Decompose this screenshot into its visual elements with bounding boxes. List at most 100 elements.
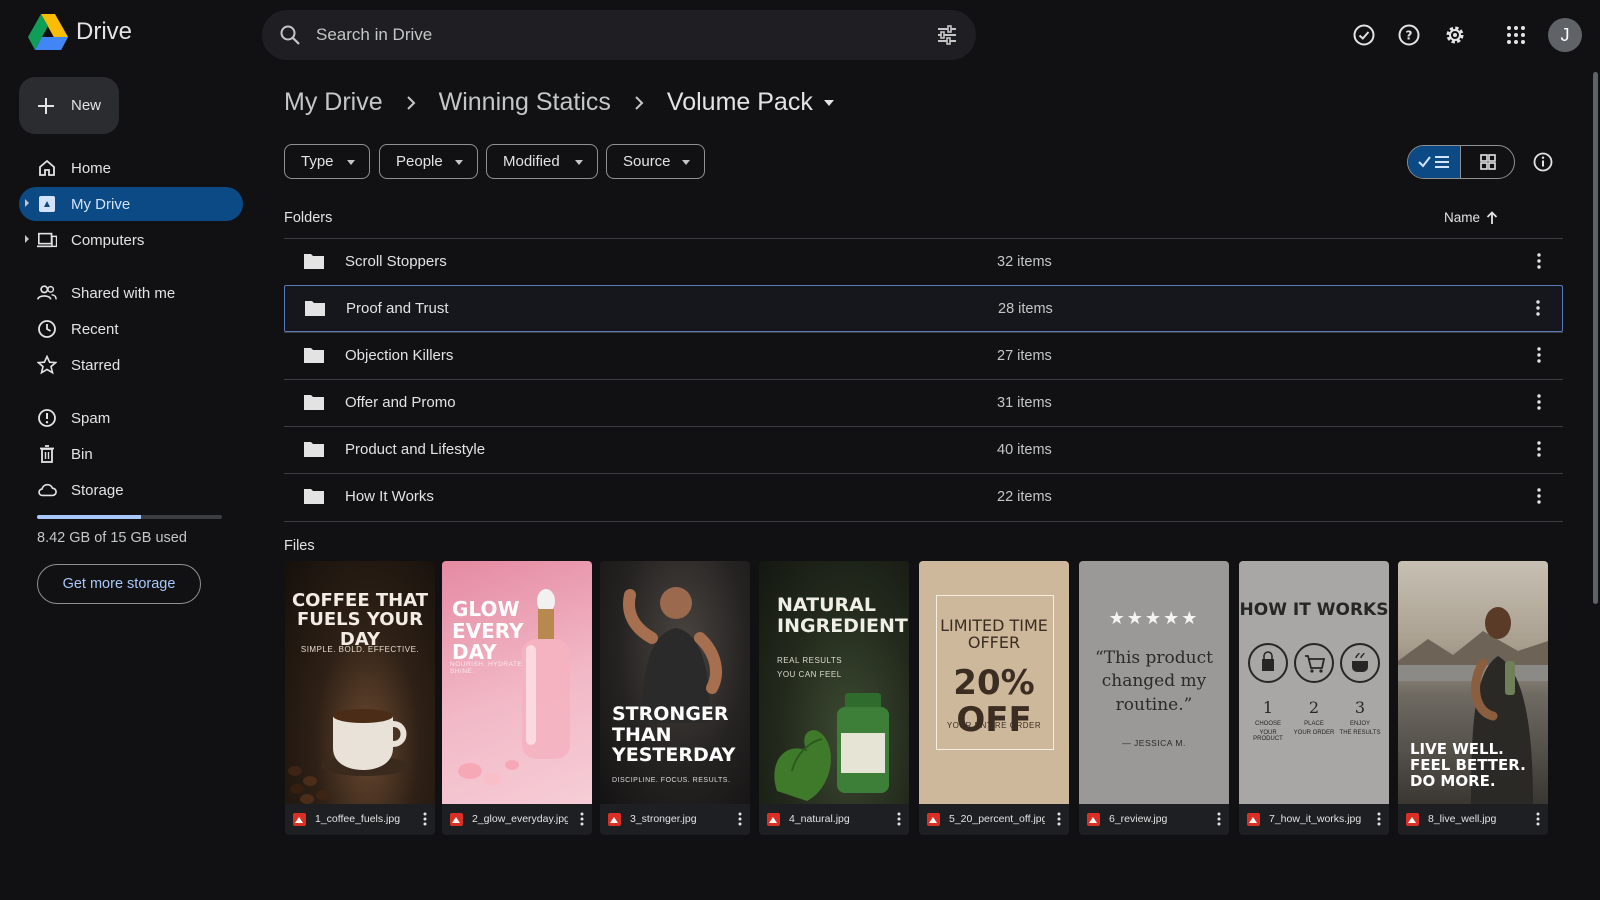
more-vert-icon[interactable] [1057,812,1061,826]
folder-row[interactable]: Proof and Trust 28 items [284,285,1563,332]
folder-item-count: 32 items [997,254,1052,270]
folder-name: Scroll Stoppers [345,253,447,270]
folder-name: Offer and Promo [345,394,456,411]
folders-section-label: Folders [284,210,333,226]
sidebar-item-home[interactable]: Home [19,151,243,185]
star-icon [37,355,57,375]
storage-usage-fill [37,515,141,519]
search-bar[interactable] [262,10,976,60]
computer-icon [37,230,57,250]
file-card-footer: 5_20_percent_off.jpg [919,804,1069,835]
more-vert-icon[interactable] [1536,300,1540,316]
account-avatar[interactable]: J [1548,18,1582,52]
more-vert-icon[interactable] [1537,253,1541,269]
more-vert-icon[interactable] [1377,812,1381,826]
file-card[interactable]: HOW IT WORKS 1 CHOOSE YOUR PRODUCT 2 PLA… [1239,561,1389,835]
file-thumbnail: HOW IT WORKS 1 CHOOSE YOUR PRODUCT 2 PLA… [1239,561,1389,804]
folder-row[interactable]: Objection Killers 27 items [284,332,1563,379]
sort-by-name-button[interactable]: Name [1444,210,1498,225]
help-icon[interactable]: ? [1391,17,1427,53]
apps-grid-icon[interactable] [1498,17,1534,53]
thumb-headline: LIVE WELL. FEEL BETTER. DO MORE. [1410,740,1526,791]
get-more-storage-button[interactable]: Get more storage [37,564,201,604]
filter-people[interactable]: People [379,144,478,179]
more-vert-icon[interactable] [897,812,901,826]
drive-logo[interactable]: Drive [28,14,132,50]
folder-row[interactable]: Offer and Promo 31 items [284,379,1563,426]
sidebar-item-computers[interactable]: Computers [19,223,243,257]
file-card[interactable]: LIVE WELL. FEEL BETTER. DO MORE. 8_live_we… [1398,561,1548,835]
drive-icon [37,194,57,214]
storage-used-text: 8.42 GB of 15 GB used [37,530,187,546]
sort-label: Name [1444,210,1481,225]
more-vert-icon[interactable] [1537,488,1541,504]
sidebar-item-shared[interactable]: Shared with me [19,276,243,310]
file-name: 6_review.jpg [1109,813,1168,825]
sidebar-item-starred[interactable]: Starred [19,348,243,382]
file-thumbnail: STRONGER THAN YESTERDAY DISCIPLINE. FOCUS.… [600,561,750,804]
expand-caret-icon[interactable] [25,199,29,207]
sidebar-item-recent[interactable]: Recent [19,312,243,346]
grid-view-button[interactable] [1461,146,1514,178]
sidebar-item-storage[interactable]: Storage [19,473,243,507]
file-card[interactable]: COFFEE THAT FUELS YOUR DAY SIMPLE. BOLD. … [285,561,435,835]
more-vert-icon[interactable] [1536,812,1540,826]
breadcrumb-my-drive[interactable]: My Drive [284,88,383,117]
more-vert-icon[interactable] [738,812,742,826]
dropdown-arrow-icon [682,160,690,165]
search-input[interactable] [316,10,876,60]
thumb-headline: NATURAL INGREDIENTS [777,594,909,637]
chevron-right-icon [633,94,645,112]
file-card-footer: 2_glow_everyday.jpg [442,804,592,835]
more-vert-icon[interactable] [1537,347,1541,363]
grid-view-icon [1479,154,1496,170]
sidebar-item-bin[interactable]: Bin [19,437,243,471]
folder-row[interactable]: Product and Lifestyle 40 items [284,426,1563,473]
step-3: 3 ENJOY THE RESULTS [1339,698,1381,736]
file-thumbnail: LIMITED TIME OFFER 20% OFF YOUR ENTIRE OR… [919,561,1069,804]
more-vert-icon[interactable] [1537,441,1541,457]
sidebar-item-label: Recent [71,320,119,338]
file-card[interactable]: NATURAL INGREDIENTS REAL RESULTS YOU CAN F… [759,561,909,835]
step-1: 1 CHOOSE YOUR PRODUCT [1253,698,1283,742]
expand-caret-icon[interactable] [25,235,29,243]
offline-ready-icon[interactable] [1346,17,1382,53]
page-scrollbar[interactable] [1593,72,1598,604]
thumb-subline: SIMPLE. BOLD. EFFECTIVE. [300,645,420,654]
thumb-headline: LIMITED TIME OFFER [940,616,1048,653]
details-info-icon[interactable] [1532,151,1554,178]
folder-row[interactable]: How It Works 22 items [284,473,1563,520]
settings-gear-icon[interactable] [1437,17,1473,53]
file-card[interactable]: ★★★★★ “This product changed my routine.” —… [1079,561,1229,835]
petals-icon [458,760,519,785]
list-view-button[interactable] [1408,146,1461,178]
new-button[interactable]: New [19,77,119,134]
more-vert-icon[interactable] [423,812,427,826]
file-card[interactable]: GLOW EVERY DAY NOURISH. HYDRATE. SHINE. 2… [442,561,592,835]
image-file-icon [1406,813,1419,826]
people-icon [37,283,57,303]
file-card[interactable]: STRONGER THAN YESTERDAY DISCIPLINE. FOCUS.… [600,561,750,835]
new-button-label: New [71,97,102,114]
filter-type[interactable]: Type [284,144,370,179]
more-vert-icon[interactable] [1537,394,1541,410]
filter-modified[interactable]: Modified [486,144,598,179]
file-card[interactable]: LIMITED TIME OFFER 20% OFF YOUR ENTIRE OR… [919,561,1069,835]
sidebar-item-spam[interactable]: Spam [19,401,243,435]
search-options-icon[interactable] [936,24,958,46]
sidebar-item-label: Home [71,159,112,177]
view-toggle [1407,145,1515,179]
sidebar-item-my-drive[interactable]: My Drive [19,187,243,221]
folder-row[interactable]: Scroll Stoppers 32 items [284,238,1563,285]
file-name: 5_20_percent_off.jpg [949,813,1045,825]
more-vert-icon[interactable] [580,812,584,826]
breadcrumb-current-folder[interactable]: Volume Pack [667,88,813,117]
search-icon[interactable] [278,23,302,47]
breadcrumb-winning-statics[interactable]: Winning Statics [439,88,611,117]
clock-icon [37,319,57,339]
more-vert-icon[interactable] [1217,812,1221,826]
filter-source[interactable]: Source [606,144,705,179]
filter-label: Type [301,153,334,170]
trash-icon [37,444,57,464]
folder-menu-dropdown-icon[interactable] [823,99,835,107]
